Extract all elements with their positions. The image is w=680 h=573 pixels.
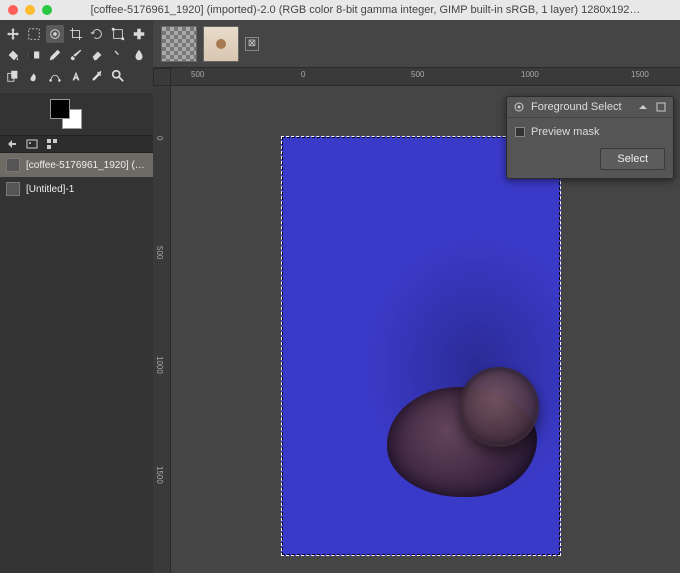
foreground-color[interactable] [50, 99, 70, 119]
image-subject-coffee-beans [387, 357, 547, 517]
foreground-select-icon [513, 101, 525, 113]
smudge-tool[interactable] [25, 67, 43, 85]
tab-arrow-icon[interactable] [6, 138, 18, 150]
left-panel: [coffee-5176961_1920] (importe… [Untitle… [0, 20, 153, 573]
panel-tabs [0, 135, 153, 153]
paintbrush-tool[interactable] [67, 46, 85, 64]
dialog-titlebar[interactable]: Foreground Select [507, 97, 673, 118]
list-item-label: [coffee-5176961_1920] (importe… [26, 160, 147, 171]
dialog-title: Foreground Select [531, 101, 622, 113]
window-close-button[interactable] [8, 5, 18, 15]
ruler-corner [153, 68, 171, 86]
clone-tool[interactable] [4, 67, 22, 85]
thumbnail-strip: ⊠ [153, 20, 680, 68]
toolbox [0, 20, 153, 93]
ruler-tick: 1000 [521, 70, 539, 79]
transform-tool[interactable] [109, 25, 127, 43]
pencil-tool[interactable] [46, 46, 64, 64]
preview-mask-label: Preview mask [531, 126, 599, 138]
tab-history-icon[interactable] [46, 138, 58, 150]
thumbnail-icon [6, 182, 20, 196]
color-swatch[interactable] [50, 99, 84, 129]
ruler-tick: 0 [301, 70, 305, 79]
foreground-select-dialog: Foreground Select Preview mask Select [506, 96, 674, 179]
vertical-ruler: 0 500 1000 1500 [153, 86, 171, 573]
heal-tool[interactable] [130, 25, 148, 43]
window-title: [coffee-5176961_1920] (imported)-2.0 (RG… [59, 4, 672, 16]
ruler-tick: 1500 [631, 70, 649, 79]
gradient-tool[interactable] [25, 46, 43, 64]
zoom-tool[interactable] [109, 67, 127, 85]
image-list: [coffee-5176961_1920] (importe… [Untitle… [0, 153, 153, 573]
thumbnail-icon [6, 158, 20, 172]
ruler-tick: 500 [411, 70, 424, 79]
crop-tool[interactable] [67, 25, 85, 43]
list-item-label: [Untitled]-1 [26, 184, 147, 195]
ruler-tick: 500 [191, 70, 204, 79]
list-item[interactable]: [coffee-5176961_1920] (importe… [0, 153, 153, 177]
document-thumbnail[interactable] [203, 26, 239, 62]
path-tool[interactable] [46, 67, 64, 85]
eraser-tool[interactable] [88, 46, 106, 64]
close-thumbnail-button[interactable]: ⊠ [245, 37, 259, 51]
select-button[interactable]: Select [600, 148, 665, 170]
ink-tool[interactable] [130, 46, 148, 64]
canvas-area: ⊠ 500 0 500 1000 1500 0 500 1000 1500 [153, 20, 680, 573]
foreground-select-tool[interactable] [46, 25, 64, 43]
rectangle-select-tool[interactable] [25, 25, 43, 43]
detach-icon[interactable] [655, 101, 667, 113]
document-thumbnail[interactable] [161, 26, 197, 62]
horizontal-ruler: 500 0 500 1000 1500 [171, 68, 680, 86]
color-picker-tool[interactable] [88, 67, 106, 85]
tab-images-icon[interactable] [26, 138, 38, 150]
preview-mask-checkbox[interactable] [515, 127, 525, 137]
list-item[interactable]: [Untitled]-1 [0, 177, 153, 201]
rotate-tool[interactable] [88, 25, 106, 43]
preview-mask-row[interactable]: Preview mask [515, 126, 665, 138]
window-maximize-button[interactable] [42, 5, 52, 15]
window-titlebar: [coffee-5176961_1920] (imported)-2.0 (RG… [0, 0, 680, 20]
ruler-tick: 0 [155, 136, 164, 140]
airbrush-tool[interactable] [109, 46, 127, 64]
ruler-tick: 500 [155, 246, 164, 259]
move-tool[interactable] [4, 25, 22, 43]
text-tool[interactable] [67, 67, 85, 85]
ruler-tick: 1500 [155, 466, 164, 484]
window-minimize-button[interactable] [25, 5, 35, 15]
bucket-fill-tool[interactable] [4, 46, 22, 64]
collapse-icon[interactable] [637, 101, 649, 113]
canvas-image[interactable] [281, 136, 561, 556]
ruler-tick: 1000 [155, 356, 164, 374]
